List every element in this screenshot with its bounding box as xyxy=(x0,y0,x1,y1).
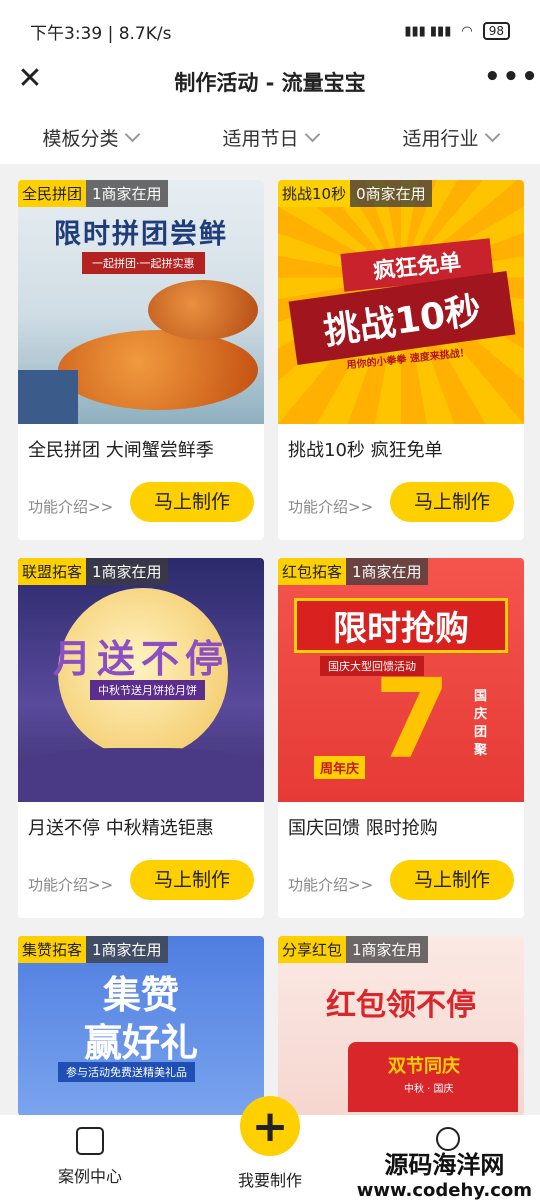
watermark: 源码海洋网 www.codehy.com xyxy=(356,1151,532,1200)
poster-image: 月送不停 中秋节送月饼抢月饼 xyxy=(18,558,264,802)
page-title: 制作活动 - 流量宝宝 xyxy=(174,71,366,95)
make-button[interactable]: 马上制作 xyxy=(130,482,254,522)
poster-image: 疯狂免单 挑战10秒 用你的小拳拳 速度来挑战！ xyxy=(278,180,524,424)
usage-badge: 1商家在用 xyxy=(86,936,168,963)
template-card[interactable]: 集赞 赢好礼 参与活动免费送精美礼品 集赞拓客 1商家在用 xyxy=(18,936,264,1116)
intro-link[interactable]: 功能介绍>> xyxy=(288,874,373,895)
signal-icon: ▮▮▮ ▮▮▮ xyxy=(404,23,452,39)
status-time-speed: 下午3:39 | 8.7K/s xyxy=(30,23,172,44)
card-title: 挑战10秒 疯狂免单 xyxy=(288,440,443,461)
usage-badge: 1商家在用 xyxy=(346,558,428,585)
template-card[interactable]: 限时抢购 国庆大型回馈活动 7 国庆团聚 周年庆 红包拓客 1商家在用 国庆回馈… xyxy=(278,558,524,918)
category-tag: 红包拓客 xyxy=(278,558,347,585)
filter-category[interactable]: 模板分类 xyxy=(0,110,180,164)
intro-link[interactable]: 功能介绍>> xyxy=(288,496,373,517)
poster-image: 限时抢购 国庆大型回馈活动 7 国庆团聚 周年庆 xyxy=(278,558,524,802)
make-button[interactable]: 马上制作 xyxy=(130,860,254,900)
status-bar: 下午3:39 | 8.7K/s ▮▮▮ ▮▮▮ ◠ 98 xyxy=(0,0,540,62)
template-card[interactable]: 红包领不停 双节同庆 中秋 · 国庆 分享红包 1商家在用 xyxy=(278,936,524,1116)
poster-image: 集赞 赢好礼 参与活动免费送精美礼品 xyxy=(18,936,264,1116)
intro-link[interactable]: 功能介绍>> xyxy=(28,496,113,517)
chevron-down-icon xyxy=(484,126,500,142)
title-bar: ✕ 制作活动 - 流量宝宝 ••• xyxy=(0,54,540,110)
category-tag: 挑战10秒 xyxy=(278,180,351,207)
more-icon[interactable]: ••• xyxy=(484,64,538,96)
card-title: 国庆回馈 限时抢购 xyxy=(288,818,438,839)
category-tag: 全民拼团 xyxy=(18,180,87,207)
template-card[interactable]: 疯狂免单 挑战10秒 用你的小拳拳 速度来挑战！ 挑战10秒 0商家在用 挑战1… xyxy=(278,180,524,540)
card-title: 月送不停 中秋精选钜惠 xyxy=(28,818,214,839)
chevron-down-icon xyxy=(124,126,140,142)
nav-case-center[interactable]: 案例中心 xyxy=(50,1127,130,1187)
crab-illustration xyxy=(58,330,258,410)
category-tag: 集赞拓客 xyxy=(18,936,87,963)
filter-industry[interactable]: 适用行业 xyxy=(360,110,540,164)
bag-icon xyxy=(76,1127,104,1155)
close-icon[interactable]: ✕ xyxy=(14,64,46,96)
poster-image: 红包领不停 双节同庆 中秋 · 国庆 xyxy=(278,936,524,1116)
make-button[interactable]: 马上制作 xyxy=(390,860,514,900)
filter-bar: 模板分类 适用节日 适用行业 xyxy=(0,110,540,164)
usage-badge: 1商家在用 xyxy=(346,936,428,963)
battery-icon: 98 xyxy=(482,22,510,40)
filter-holiday[interactable]: 适用节日 xyxy=(180,110,360,164)
usage-badge: 0商家在用 xyxy=(350,180,432,207)
usage-badge: 1商家在用 xyxy=(86,558,168,585)
poster-image: 限时拼团尝鲜 一起拼团·一起拼实惠 xyxy=(18,180,264,424)
add-button[interactable]: + xyxy=(240,1096,300,1156)
card-title: 全民拼团 大闸蟹尝鲜季 xyxy=(28,440,214,461)
category-tag: 联盟拓客 xyxy=(18,558,87,585)
template-card[interactable]: 月送不停 中秋节送月饼抢月饼 联盟拓客 1商家在用 月送不停 中秋精选钜惠 功能… xyxy=(18,558,264,918)
nav-create[interactable]: 我要制作 xyxy=(220,1167,320,1191)
make-button[interactable]: 马上制作 xyxy=(390,482,514,522)
template-card[interactable]: 限时拼团尝鲜 一起拼团·一起拼实惠 全民拼团 1商家在用 全民拼团 大闸蟹尝鲜季… xyxy=(18,180,264,540)
usage-badge: 1商家在用 xyxy=(86,180,168,207)
intro-link[interactable]: 功能介绍>> xyxy=(28,874,113,895)
plus-icon: + xyxy=(251,1100,289,1152)
category-tag: 分享红包 xyxy=(278,936,347,963)
chevron-down-icon xyxy=(304,126,320,142)
wifi-icon: ◠ xyxy=(461,23,473,39)
